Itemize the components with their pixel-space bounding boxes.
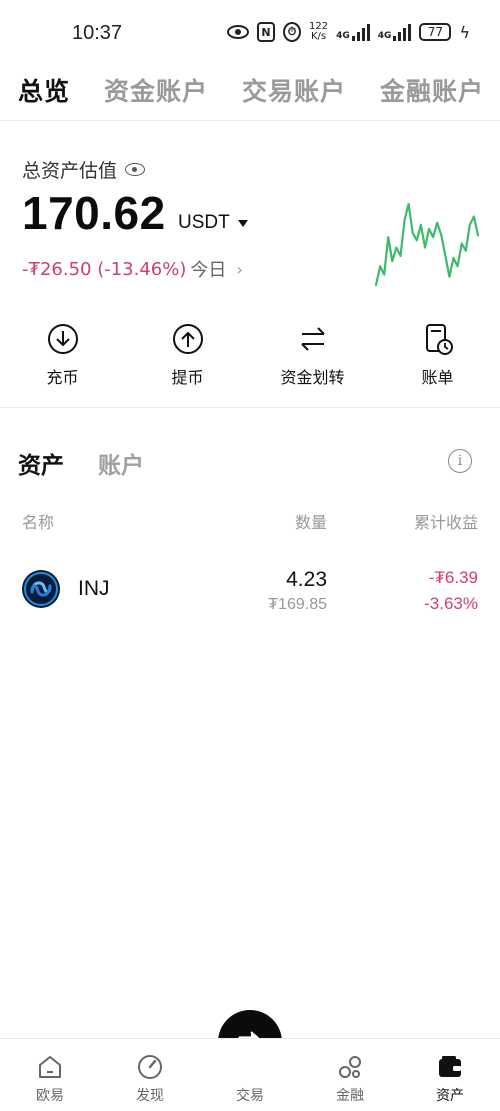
deposit-label: 充币 — [46, 368, 79, 387]
quick-actions: 充币 提币 资金划转 账单 — [0, 322, 500, 388]
total-assets-amount: 170.62 — [22, 187, 166, 239]
signal-1: 4G — [336, 23, 370, 41]
alarm-icon: ⏱ — [283, 22, 302, 42]
nav-assets-label: 资产 — [436, 1088, 464, 1104]
signal-icon — [351, 23, 370, 41]
finance-icon — [339, 1056, 361, 1078]
nav-discover[interactable]: 发现 — [100, 1053, 200, 1105]
eye-comfort-icon — [227, 25, 250, 39]
inj-coin-icon — [22, 570, 60, 608]
tab-trading-account[interactable]: 交易账户 — [242, 72, 346, 108]
eye-icon[interactable] — [125, 163, 146, 176]
column-header-name: 名称 — [22, 513, 55, 532]
tab-funding-account[interactable]: 资金账户 — [104, 72, 208, 108]
asset-pnl-percent: -3.63% — [424, 594, 478, 613]
discover-icon — [138, 1055, 162, 1079]
nfc-icon: N — [257, 22, 276, 42]
withdraw-icon — [172, 324, 203, 354]
nav-assets[interactable]: 资产 — [400, 1053, 500, 1105]
transfer-label: 资金划转 — [280, 368, 345, 387]
signal-icon — [393, 23, 412, 41]
sparkline-series — [374, 202, 480, 287]
nav-finance-label: 金融 — [336, 1088, 364, 1104]
status-icons: N ⏱ 122 K/s 4G 4G 77 ϟ — [227, 22, 470, 42]
daily-change[interactable]: -₮26.50 (-13.46%) 今日 › — [22, 256, 243, 282]
top-tabs: 总览 资金账户 交易账户 金融账户 — [18, 72, 484, 108]
transfer-icon — [300, 327, 325, 351]
deposit-icon — [47, 324, 78, 354]
nav-trade[interactable]: 交易 — [200, 1053, 300, 1105]
withdraw-button[interactable]: 提币 — [125, 322, 250, 388]
signal-2: 4G — [378, 23, 412, 41]
transfer-button[interactable]: 资金划转 — [250, 322, 375, 388]
nav-home[interactable]: 欧易 — [0, 1053, 100, 1105]
bill-icon — [425, 324, 453, 355]
currency-unit: USDT — [178, 212, 230, 233]
status-bar: 10:37 N ⏱ 122 K/s 4G 4G 77 ϟ — [0, 0, 500, 64]
currency-selector[interactable]: USDT — [178, 212, 248, 234]
status-time: 10:37 — [72, 22, 123, 44]
chevron-down-icon — [237, 219, 248, 227]
net-speed: 122 K/s — [309, 22, 328, 42]
asset-sparkline — [374, 202, 480, 287]
asset-pnl: -₮6.39 — [428, 568, 478, 587]
chevron-right-icon: › — [236, 259, 243, 279]
wallet-icon — [439, 1056, 461, 1077]
tab-accounts[interactable]: 账户 — [98, 446, 144, 480]
nav-discover-label: 发现 — [136, 1088, 164, 1104]
nav-trade-label: 交易 — [236, 1088, 264, 1104]
tab-finance-account[interactable]: 金融账户 — [380, 72, 484, 108]
nav-home-label: 欧易 — [36, 1088, 64, 1104]
home-icon — [39, 1056, 61, 1078]
asset-value: ₮169.85 — [268, 596, 327, 613]
daily-change-period: 今日 — [190, 260, 227, 281]
battery-icon: 77 — [419, 23, 452, 41]
divider — [0, 120, 500, 121]
bill-button[interactable]: 账单 — [375, 322, 500, 388]
deposit-button[interactable]: 充币 — [0, 322, 125, 388]
tab-overview[interactable]: 总览 — [18, 72, 70, 108]
total-assets-label: 总资产估值 — [22, 156, 146, 183]
tab-assets[interactable]: 资产 — [18, 446, 64, 480]
bill-label: 账单 — [421, 368, 454, 387]
asset-name: INJ — [78, 577, 110, 600]
column-header-pnl: 累计收益 — [413, 513, 478, 532]
nav-finance[interactable]: 金融 — [300, 1053, 400, 1105]
total-assets-label-text: 总资产估值 — [22, 160, 118, 182]
charging-icon: ϟ — [459, 22, 470, 42]
column-header-quantity: 数量 — [294, 513, 327, 532]
net-type-1: 4G — [336, 31, 350, 41]
bottom-nav: 欧易 发现 交易 金融 资产 — [0, 1038, 500, 1111]
trade-icon-spacer — [236, 1053, 264, 1081]
net-speed-unit: K/s — [311, 31, 327, 42]
info-icon[interactable]: i — [448, 449, 472, 473]
withdraw-label: 提币 — [171, 368, 204, 387]
daily-change-value: -₮26.50 (-13.46%) — [22, 258, 187, 280]
asset-row-inj[interactable]: INJ 4.23 ₮169.85 -₮6.39 -3.63% — [0, 560, 500, 620]
asset-quantity: 4.23 — [286, 568, 327, 591]
section-tabs: 资产 账户 — [18, 446, 144, 480]
net-type-2: 4G — [377, 31, 392, 41]
divider — [0, 407, 500, 408]
